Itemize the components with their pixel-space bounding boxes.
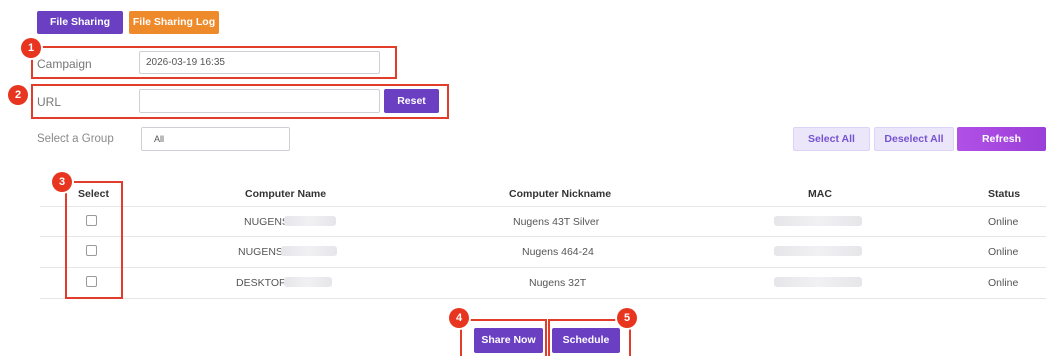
annotation-badge-1: 1 <box>21 38 41 58</box>
computer-nickname: Nugens 43T Silver <box>513 216 600 228</box>
computer-name: NUGENS <box>238 246 283 258</box>
table-divider <box>40 236 1046 237</box>
header-computer-nickname: Computer Nickname <box>509 188 612 200</box>
annotation-box-select-column <box>65 181 123 299</box>
campaign-input[interactable]: 2026-03-19 16:35 <box>139 51 380 74</box>
campaign-label: Campaign <box>37 57 92 71</box>
file-sharing-log-tab[interactable]: File Sharing Log <box>129 11 219 34</box>
status: Online <box>988 277 1019 289</box>
status: Online <box>988 246 1019 258</box>
share-now-button[interactable]: Share Now <box>474 328 543 353</box>
computer-name: NUGENS <box>244 216 289 228</box>
redacted-name <box>284 277 332 287</box>
url-label: URL <box>37 95 62 109</box>
select-all-button[interactable]: Select All <box>793 127 870 151</box>
status: Online <box>988 216 1019 228</box>
refresh-button[interactable]: Refresh <box>957 127 1046 151</box>
redacted-name <box>281 246 337 256</box>
table-divider <box>40 298 1046 299</box>
file-sharing-tab[interactable]: File Sharing <box>37 11 123 34</box>
annotation-badge-3: 3 <box>52 172 72 192</box>
computer-nickname: Nugens 464-24 <box>522 246 594 258</box>
header-status: Status <box>988 188 1021 200</box>
computer-name: DESKTOP <box>236 277 286 289</box>
table-divider <box>40 267 1046 268</box>
header-mac: MAC <box>808 188 832 200</box>
select-group-label: Select a Group <box>37 133 114 145</box>
redacted-mac <box>774 246 862 256</box>
reset-button[interactable]: Reset <box>384 89 439 113</box>
header-computer-name: Computer Name <box>245 188 327 200</box>
annotation-badge-4: 4 <box>449 308 469 328</box>
deselect-all-button[interactable]: Deselect All <box>874 127 954 151</box>
annotation-badge-2: 2 <box>8 85 28 105</box>
schedule-button[interactable]: Schedule <box>552 328 620 353</box>
redacted-name <box>284 216 336 226</box>
redacted-mac <box>774 216 862 226</box>
table-divider <box>40 206 1046 207</box>
computer-nickname: Nugens 32T <box>529 277 587 289</box>
annotation-badge-5: 5 <box>617 308 637 328</box>
url-input[interactable] <box>139 89 380 113</box>
group-select[interactable]: All <box>141 127 290 151</box>
redacted-mac <box>774 277 862 287</box>
